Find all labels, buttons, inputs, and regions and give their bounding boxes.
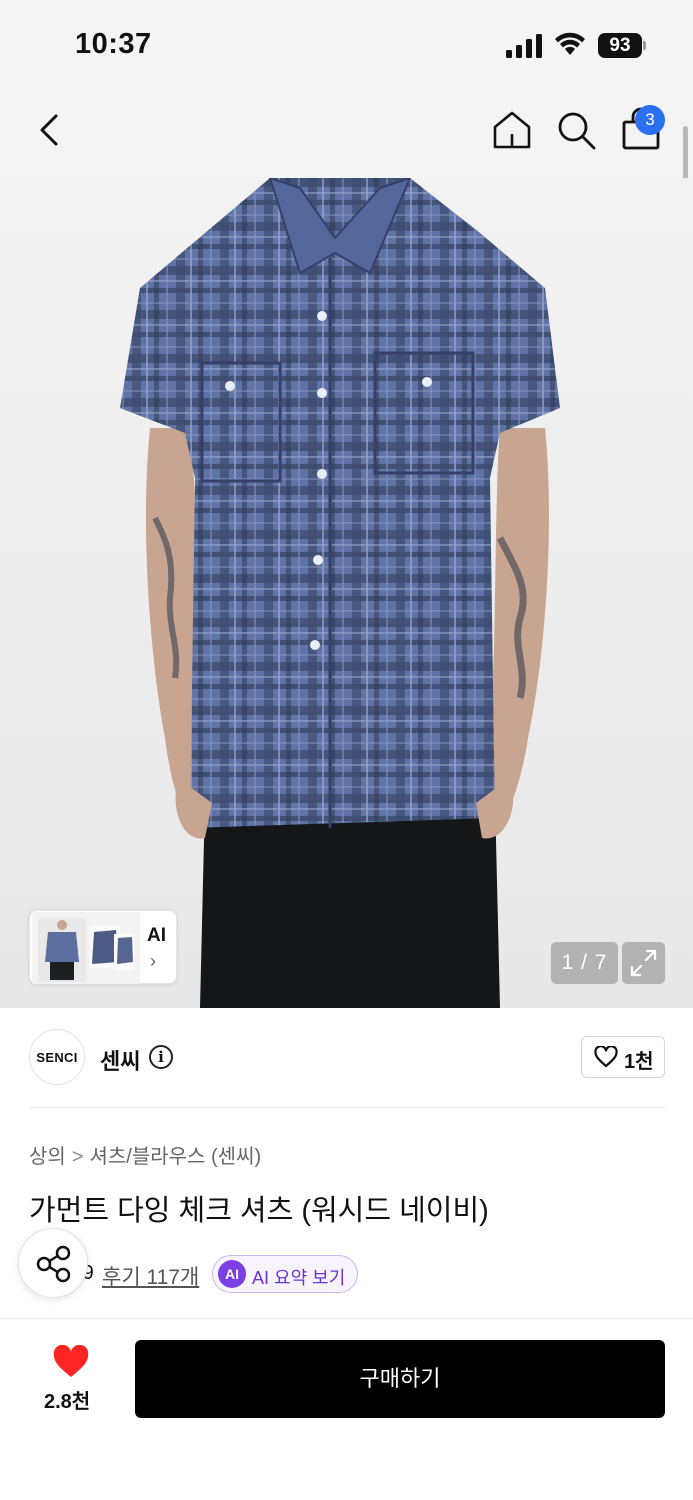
share-button[interactable] <box>18 1228 88 1298</box>
share-icon <box>36 1245 71 1283</box>
ai-summary-label: AI 요약 보기 <box>252 1268 346 1288</box>
battery-tip <box>643 41 646 50</box>
buy-button[interactable]: 구매하기 <box>135 1340 665 1418</box>
brand-logo[interactable]: SENCI <box>29 1029 85 1085</box>
ai-label: AI <box>147 925 166 946</box>
thumbnail-images <box>32 912 140 984</box>
product-title: 가먼트 다잉 체크 셔츠 (워시드 네이비) <box>29 1195 489 1227</box>
product-photo-shirt-model <box>120 178 560 1008</box>
breadcrumb-item-subcategory[interactable]: 셔츠/블라우스 (센씨) <box>90 1140 262 1169</box>
cellular-signal-icon <box>506 34 542 58</box>
battery-level: 93 <box>598 33 642 58</box>
divider <box>29 1107 665 1108</box>
expand-button[interactable] <box>622 942 665 984</box>
product-image-gallery[interactable] <box>0 178 693 1008</box>
status-bar: 10:37 93 <box>0 0 693 90</box>
info-icon[interactable]: i <box>149 1045 173 1069</box>
chevron-right-icon: › <box>150 951 156 971</box>
status-time: 10:37 <box>75 28 152 60</box>
home-icon[interactable] <box>490 108 534 152</box>
like-count: 2.8천 <box>44 1391 91 1413</box>
back-arrow-icon[interactable] <box>32 110 68 150</box>
heart-outline-icon <box>594 1046 618 1068</box>
breadcrumb-separator: > <box>71 1146 84 1168</box>
breadcrumb: 상의 > 셔츠/블라우스 (센씨) <box>29 1140 261 1169</box>
expand-icon <box>630 949 657 977</box>
search-icon[interactable] <box>554 108 598 152</box>
ai-summary-button[interactable]: AI AI 요약 보기 <box>212 1255 358 1293</box>
wifi-icon <box>555 32 585 55</box>
ai-thumbnail-card[interactable]: AI › <box>29 910 177 984</box>
brand-name[interactable]: 센씨 <box>100 1044 140 1076</box>
brand-like-count: 1천 <box>624 1051 654 1073</box>
breadcrumb-item-category[interactable]: 상의 <box>29 1140 66 1169</box>
battery-indicator: 93 <box>598 33 646 58</box>
ai-badge-icon: AI <box>218 1260 246 1288</box>
brand-like-button[interactable]: 1천 <box>581 1036 665 1078</box>
cart-count-badge: 3 <box>635 105 665 135</box>
heart-filled-icon[interactable] <box>52 1345 90 1379</box>
review-count-link[interactable]: 후기 117개 <box>102 1261 199 1291</box>
image-counter: 1 / 7 <box>551 942 618 984</box>
top-nav <box>0 90 693 178</box>
